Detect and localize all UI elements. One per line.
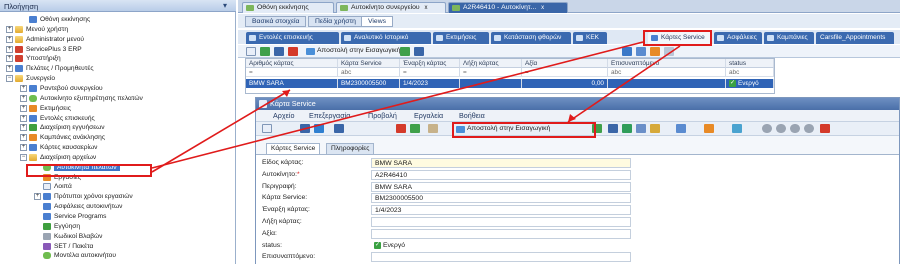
annotation-arrows: [151, 41, 681, 173]
arrow-to-grid: [151, 89, 291, 173]
arrowhead-icon: [568, 114, 576, 122]
arrow-to-tab: [151, 41, 644, 169]
